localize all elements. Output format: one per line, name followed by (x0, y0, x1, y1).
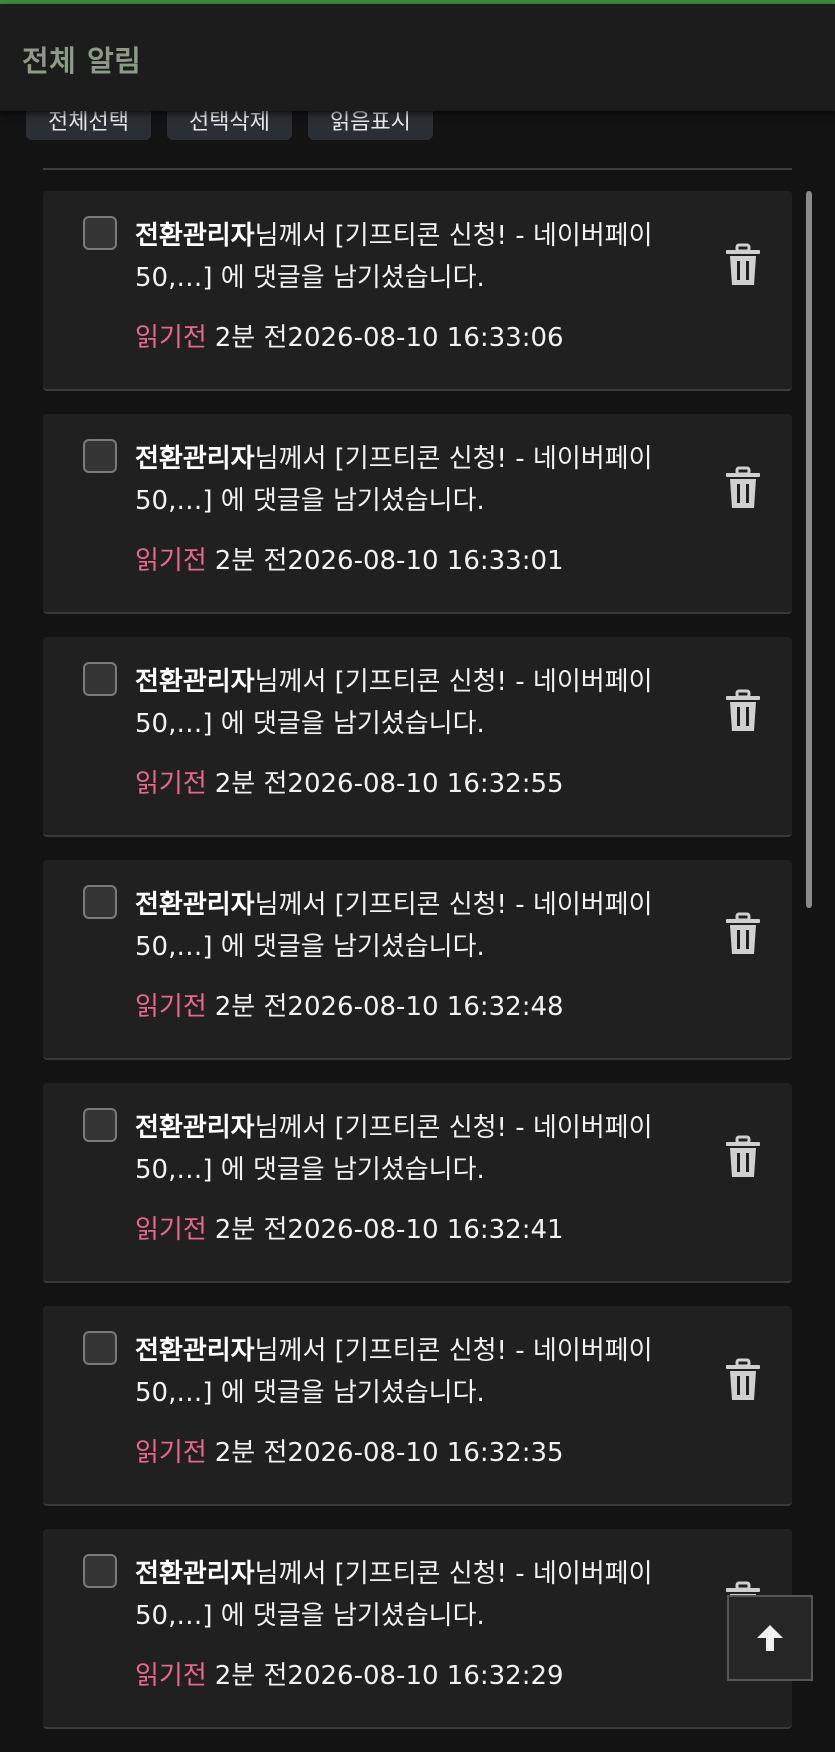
relative-time: 2분 전 (214, 1215, 288, 1245)
relative-time: 2분 전 (214, 992, 288, 1022)
status-badge: 읽기전 (135, 1438, 207, 1468)
notification-card[interactable]: 전환관리자님께서 [기프티콘 신청! - 네이버페이 50,…] 에 댓글을 남… (43, 1529, 792, 1729)
notification-card[interactable]: 전환관리자님께서 [기프티콘 신청! - 네이버페이 50,…] 에 댓글을 남… (43, 1083, 792, 1283)
sender-name: 전환관리자 (135, 1113, 255, 1143)
select-checkbox[interactable] (83, 216, 117, 250)
relative-time: 2분 전 (214, 1438, 288, 1468)
timestamp: 2026-08-10 16:33:01 (287, 546, 564, 576)
status-badge: 읽기전 (135, 992, 207, 1022)
status-badge: 읽기전 (135, 323, 207, 353)
app-header: 전체 알림 (0, 4, 835, 111)
timestamp: 2026-08-10 16:33:06 (287, 323, 564, 353)
relative-time: 2분 전 (214, 1661, 288, 1691)
select-checkbox[interactable] (83, 885, 117, 919)
notification-message: 전환관리자님께서 [기프티콘 신청! - 네이버페이 50,…] 에 댓글을 남… (135, 1553, 715, 1637)
status-badge: 읽기전 (135, 546, 207, 576)
timestamp: 2026-08-10 16:32:35 (287, 1438, 564, 1468)
relative-time: 2분 전 (214, 323, 288, 353)
notification-message: 전환관리자님께서 [기프티콘 신청! - 네이버페이 50,…] 에 댓글을 남… (135, 1330, 715, 1414)
select-checkbox[interactable] (83, 662, 117, 696)
notification-meta: 읽기전 2분 전2026-08-10 16:32:41 (135, 1213, 564, 1247)
notification-message: 전환관리자님께서 [기프티콘 신청! - 네이버페이 50,…] 에 댓글을 남… (135, 1107, 715, 1191)
notification-card[interactable]: 전환관리자님께서 [기프티콘 신청! - 네이버페이 50,…] 에 댓글을 남… (43, 414, 792, 614)
timestamp: 2026-08-10 16:32:55 (287, 769, 564, 799)
divider (43, 168, 792, 170)
notification-meta: 읽기전 2분 전2026-08-10 16:32:35 (135, 1436, 564, 1470)
status-badge: 읽기전 (135, 1661, 207, 1691)
relative-time: 2분 전 (214, 769, 288, 799)
timestamp: 2026-08-10 16:32:48 (287, 992, 564, 1022)
select-checkbox[interactable] (83, 439, 117, 473)
page-title: 전체 알림 (22, 44, 142, 78)
status-badge: 읽기전 (135, 1215, 207, 1245)
notification-message: 전환관리자님께서 [기프티콘 신청! - 네이버페이 50,…] 에 댓글을 남… (135, 438, 715, 522)
trash-icon[interactable] (723, 912, 763, 956)
notification-meta: 읽기전 2분 전2026-08-10 16:33:06 (135, 321, 564, 355)
sender-name: 전환관리자 (135, 1336, 255, 1366)
notification-message: 전환관리자님께서 [기프티콘 신청! - 네이버페이 50,…] 에 댓글을 남… (135, 884, 715, 968)
timestamp: 2026-08-10 16:32:29 (287, 1661, 564, 1691)
sender-name: 전환관리자 (135, 667, 255, 697)
sender-name: 전환관리자 (135, 1559, 255, 1589)
notification-card[interactable]: 전환관리자님께서 [기프티콘 신청! - 네이버페이 50,…] 에 댓글을 남… (43, 860, 792, 1060)
sender-name: 전환관리자 (135, 890, 255, 920)
select-checkbox[interactable] (83, 1554, 117, 1588)
notification-list: 전환관리자님께서 [기프티콘 신청! - 네이버페이 50,…] 에 댓글을 남… (43, 191, 792, 1752)
notification-meta: 읽기전 2분 전2026-08-10 16:33:01 (135, 544, 564, 578)
notification-card[interactable]: 전환관리자님께서 [기프티콘 신청! - 네이버페이 50,…] 에 댓글을 남… (43, 191, 792, 391)
select-checkbox[interactable] (83, 1331, 117, 1365)
trash-icon[interactable] (723, 243, 763, 287)
sender-name: 전환관리자 (135, 444, 255, 474)
notification-card[interactable]: 전환관리자님께서 [기프티콘 신청! - 네이버페이 50,…] 에 댓글을 남… (43, 637, 792, 837)
timestamp: 2026-08-10 16:32:41 (287, 1215, 564, 1245)
notification-message: 전환관리자님께서 [기프티콘 신청! - 네이버페이 50,…] 에 댓글을 남… (135, 215, 715, 299)
notification-meta: 읽기전 2분 전2026-08-10 16:32:29 (135, 1659, 564, 1693)
arrow-up-icon (757, 1625, 783, 1651)
select-checkbox[interactable] (83, 1108, 117, 1142)
scroll-top-button[interactable] (727, 1595, 813, 1681)
trash-icon[interactable] (723, 689, 763, 733)
relative-time: 2분 전 (214, 546, 288, 576)
status-badge: 읽기전 (135, 769, 207, 799)
notification-meta: 읽기전 2분 전2026-08-10 16:32:55 (135, 767, 564, 801)
trash-icon[interactable] (723, 1135, 763, 1179)
scrollbar[interactable] (806, 191, 812, 908)
notification-message: 전환관리자님께서 [기프티콘 신청! - 네이버페이 50,…] 에 댓글을 남… (135, 661, 715, 745)
sender-name: 전환관리자 (135, 221, 255, 251)
notification-card[interactable]: 전환관리자님께서 [기프티콘 신청! - 네이버페이 50,…] 에 댓글을 남… (43, 1306, 792, 1506)
trash-icon[interactable] (723, 1358, 763, 1402)
trash-icon[interactable] (723, 466, 763, 510)
notification-meta: 읽기전 2분 전2026-08-10 16:32:48 (135, 990, 564, 1024)
